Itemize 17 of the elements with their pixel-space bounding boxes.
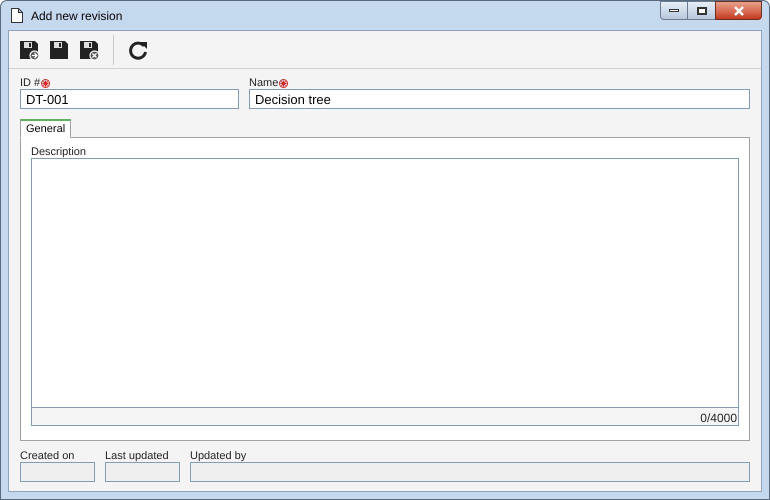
field-label: Description — [31, 146, 88, 158]
maximize-button[interactable] — [688, 1, 715, 20]
close-button[interactable] — [715, 1, 762, 20]
name-input-field[interactable]: Decision tree — [249, 89, 750, 109]
field-label: Created on — [20, 450, 76, 462]
field-label: Last updated — [105, 450, 170, 462]
window-title: Add new revision — [31, 8, 122, 24]
id-input-field[interactable]: DT-001 — [20, 89, 239, 109]
tab[interactable]: General — [20, 119, 72, 138]
character-counter: 0/4000 — [700, 411, 737, 425]
close-icon — [732, 6, 744, 16]
field-label: Name — [249, 77, 278, 89]
minimize-button[interactable] — [660, 1, 688, 20]
document-icon — [11, 8, 23, 23]
field-label: ID # — [20, 77, 40, 89]
field-label: Updated by — [190, 450, 248, 462]
description-textarea[interactable]: 0/4000 — [31, 158, 739, 426]
